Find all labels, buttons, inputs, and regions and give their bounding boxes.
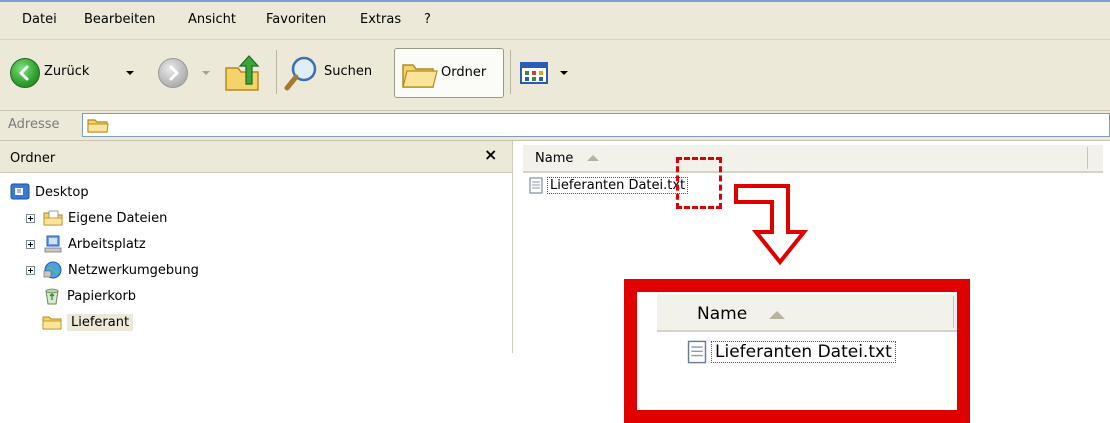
toolbar-separator [510, 50, 511, 94]
column-divider[interactable] [1087, 147, 1088, 169]
menu-favoriten[interactable]: Favoriten [266, 12, 326, 27]
folder-icon [42, 316, 62, 330]
address-field[interactable] [82, 113, 1110, 137]
tree-item-label: Eigene Dateien [68, 210, 168, 226]
forward-button[interactable] [158, 58, 188, 88]
tree-item-netzwerkumgebung[interactable]: Netzwerkumgebung [26, 259, 199, 281]
zoom-column-header: Name [657, 294, 957, 332]
back-button[interactable] [10, 58, 40, 88]
column-name-label: Name [535, 151, 574, 166]
views-dropdown-icon[interactable] [560, 71, 568, 75]
folder-pane-title: Ordner [10, 151, 56, 166]
search-button[interactable] [284, 54, 320, 98]
sort-ascending-icon [587, 155, 599, 161]
folder-up-button[interactable] [222, 54, 266, 98]
tree-item-desktop[interactable]: Desktop [10, 181, 89, 203]
tree-item-lieferant[interactable]: Lieferant [42, 311, 134, 333]
views-button[interactable] [520, 62, 550, 88]
tree-item-eigene-dateien[interactable]: Eigene Dateien [26, 207, 167, 229]
expand-icon[interactable] [26, 265, 35, 275]
my-computer-icon [44, 235, 62, 253]
folder-icon [87, 119, 109, 133]
menu-help[interactable]: ? [424, 12, 431, 27]
folders-label: Ordner [441, 65, 487, 80]
tree-item-arbeitsplatz[interactable]: Arbeitsplatz [26, 233, 146, 255]
menu-bar: Datei Bearbeiten Ansicht Favoriten Extra… [0, 0, 1110, 40]
desktop-icon [10, 183, 30, 200]
column-divider [953, 296, 954, 328]
network-icon [43, 261, 62, 279]
back-dropdown-icon[interactable] [126, 71, 134, 75]
tree-item-label: Lieferant [67, 313, 134, 331]
toolbar-separator [276, 50, 277, 94]
tree-item-label: Netzwerkumgebung [68, 262, 199, 278]
search-icon [284, 56, 317, 91]
recycle-bin-icon [45, 288, 59, 305]
zoom-file-name: Lieferanten Datei.txt [711, 341, 896, 363]
column-header-name[interactable]: Name [523, 145, 1103, 173]
expand-icon[interactable] [26, 239, 35, 249]
tree-item-label: Desktop [35, 184, 89, 200]
file-item[interactable]: Lieferanten Datei.txt [529, 177, 689, 194]
address-label: Adresse [8, 117, 60, 132]
file-name: Lieferanten Datei.txt [547, 177, 689, 194]
back-label[interactable]: Zurück [44, 64, 89, 79]
close-icon[interactable]: × [484, 145, 497, 164]
menu-ansicht[interactable]: Ansicht [188, 12, 236, 27]
tree-item-label: Arbeitsplatz [68, 236, 146, 252]
arrow-left-icon [19, 65, 29, 81]
folders-button[interactable]: Ordner [394, 48, 504, 98]
zoom-content: Name Lieferanten Datei.txt [657, 294, 957, 397]
highlight-dashed-box [676, 157, 722, 209]
zoom-callout: Name Lieferanten Datei.txt [624, 279, 970, 423]
folder-up-icon [225, 55, 260, 91]
sort-ascending-icon [769, 311, 785, 319]
menu-bearbeiten[interactable]: Bearbeiten [84, 12, 155, 27]
text-file-icon [529, 177, 543, 194]
forward-dropdown-icon[interactable] [202, 71, 210, 75]
expand-icon[interactable] [26, 213, 35, 223]
search-label[interactable]: Suchen [324, 64, 372, 79]
my-documents-icon [43, 210, 63, 226]
folders-icon [402, 64, 438, 88]
callout-arrow-icon [734, 184, 809, 266]
folder-pane-header: Ordner × [0, 141, 512, 173]
menu-datei[interactable]: Datei [22, 12, 57, 27]
menu-extras[interactable]: Extras [360, 12, 401, 27]
tree-item-papierkorb[interactable]: Papierkorb [42, 285, 136, 307]
address-bar: Adresse [0, 111, 1110, 141]
tree-item-label: Papierkorb [67, 288, 137, 304]
text-file-icon [687, 340, 707, 364]
folder-pane: Ordner × Desktop Eigene Dateien Arbeitsp… [0, 141, 512, 353]
zoom-file-item: Lieferanten Datei.txt [687, 340, 896, 364]
views-icon [520, 62, 548, 84]
arrow-right-icon [169, 65, 179, 81]
zoom-column-name: Name [697, 304, 748, 324]
toolbar: Zurück Suchen Ordner [0, 40, 1110, 111]
